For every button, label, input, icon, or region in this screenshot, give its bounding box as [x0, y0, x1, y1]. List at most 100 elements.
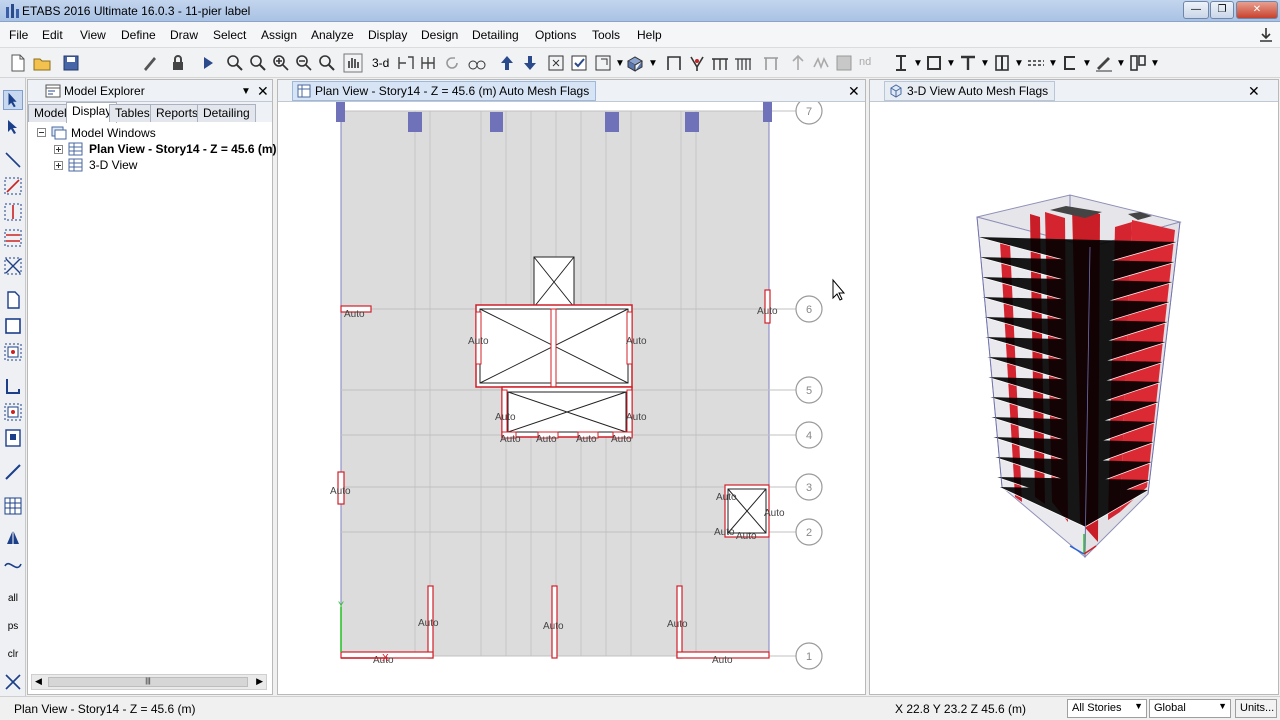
section-channel-icon[interactable]	[1060, 53, 1080, 73]
tab-detailing[interactable]: Detailing	[197, 104, 256, 122]
save-icon[interactable]	[61, 53, 81, 73]
draw-link-element-icon[interactable]	[3, 462, 23, 482]
close-explorer-icon[interactable]: ✕	[257, 84, 269, 98]
run-analysis-icon[interactable]	[198, 53, 218, 73]
draw-tendon-icon[interactable]	[3, 528, 23, 548]
move-down-icon[interactable]	[520, 53, 540, 73]
pencil-icon[interactable]	[140, 53, 160, 73]
dropdown-arrow-icon[interactable]: ▼	[913, 58, 923, 69]
minimize-button[interactable]: —	[1183, 1, 1209, 19]
restore-view-icon[interactable]	[248, 53, 268, 73]
horizontal-scrollbar[interactable]: ◀ ||| ▶	[31, 674, 267, 690]
lock-icon[interactable]	[168, 53, 188, 73]
set-display-options-icon[interactable]	[569, 53, 589, 73]
tree-item-3d-view[interactable]: 3-D View	[89, 158, 137, 172]
section-column-icon[interactable]	[992, 53, 1012, 73]
units-button[interactable]: Units...	[1235, 699, 1277, 718]
section-tee-icon[interactable]	[958, 53, 978, 73]
coord-system-select[interactable]: Global ▼	[1149, 699, 1231, 718]
plan-view-tab[interactable]: Plan View - Story14 - Z = 45.6 (m) Auto …	[292, 81, 597, 101]
menu-tools[interactable]: Tools	[592, 28, 620, 42]
dropdown-arrow-icon[interactable]: ▼	[1150, 58, 1160, 69]
menu-display[interactable]: Display	[368, 28, 407, 42]
section-designer-icon[interactable]	[1128, 53, 1148, 73]
expand-icon[interactable]	[54, 145, 63, 154]
close-plan-view-icon[interactable]: ✕	[848, 84, 860, 98]
building-model[interactable]	[976, 194, 1182, 559]
tree-item-plan-view[interactable]: Plan View - Story14 - Z = 45.6 (m)	[89, 142, 277, 156]
menu-detailing[interactable]: Detailing	[472, 28, 519, 42]
tree-root-model-windows[interactable]: Model Windows	[71, 126, 156, 140]
tab-reports[interactable]: Reports	[150, 104, 205, 122]
stories-select[interactable]: All Stories ▼	[1067, 699, 1147, 718]
section-i-icon[interactable]	[891, 53, 911, 73]
elevation-view-icon[interactable]	[419, 53, 439, 73]
draw-grid-icon[interactable]	[3, 496, 23, 516]
draw-wall-panel-icon[interactable]	[3, 376, 23, 396]
3d-view-tab[interactable]: 3-D View Auto Mesh Flags	[884, 81, 1056, 101]
pane-options-icon[interactable]: ▼	[241, 86, 251, 97]
menu-edit[interactable]: Edit	[42, 28, 63, 42]
dropdown-arrow-icon[interactable]: ▼	[1082, 58, 1092, 69]
menu-draw[interactable]: Draw	[170, 28, 198, 42]
expand-icon[interactable]	[54, 161, 63, 170]
show-undeformed-icon[interactable]	[593, 53, 613, 73]
menu-options[interactable]: Options	[535, 28, 576, 42]
dropdown-arrow-icon[interactable]: ▼	[648, 58, 658, 69]
maximize-button[interactable]: ❐	[1210, 1, 1234, 19]
menu-help[interactable]: Help	[637, 28, 662, 42]
draw-frame-icon[interactable]	[664, 53, 684, 73]
dropdown-arrow-icon[interactable]: ▼	[980, 58, 990, 69]
rotate-icon[interactable]	[442, 53, 462, 73]
pointer-icon[interactable]	[3, 90, 23, 110]
3d-model-canvas[interactable]	[870, 102, 1278, 694]
draw-opening-icon[interactable]	[3, 428, 23, 448]
draw-dimension-icon[interactable]	[1094, 53, 1114, 73]
quick-draw-walls-icon[interactable]	[3, 402, 23, 422]
draw-link-icon[interactable]	[788, 53, 808, 73]
dropdown-arrow-icon[interactable]: ▼	[946, 58, 956, 69]
objects-shrink-icon[interactable]	[546, 53, 566, 73]
draw-floor-icon[interactable]	[3, 290, 23, 310]
menu-view[interactable]: View	[80, 28, 106, 42]
draw-brace-icon[interactable]	[3, 256, 23, 276]
menu-select[interactable]: Select	[213, 28, 246, 42]
dropdown-arrow-icon[interactable]: ▼	[615, 58, 625, 69]
close-3d-view-icon[interactable]: ✕	[1248, 84, 1260, 98]
menu-file[interactable]: File	[9, 28, 28, 42]
menu-define[interactable]: Define	[121, 28, 156, 42]
plan-canvas[interactable]: 7 6 5 4 3 2 1 Auto Auto Auto Auto Auto A…	[278, 102, 865, 694]
reshape-icon[interactable]	[3, 118, 23, 138]
zoom-window-icon[interactable]	[225, 53, 245, 73]
quick-draw-floor-icon[interactable]	[3, 342, 23, 362]
zoom-out-icon[interactable]	[294, 53, 314, 73]
dropdown-arrow-icon[interactable]: ▼	[1048, 58, 1058, 69]
show-shape-icon[interactable]	[625, 53, 645, 73]
draw-area-icon[interactable]	[834, 53, 854, 73]
perspective-icon[interactable]	[467, 53, 487, 73]
draw-joint-icon[interactable]	[3, 150, 23, 170]
menu-assign[interactable]: Assign	[261, 28, 297, 42]
clear-selection-button[interactable]: clr	[3, 646, 23, 666]
draw-beam-grid-icon[interactable]	[3, 228, 23, 248]
plan-view-icon[interactable]	[396, 53, 416, 73]
draw-column-icon[interactable]	[3, 202, 23, 222]
new-model-icon[interactable]	[8, 53, 28, 73]
zoom-previous-icon[interactable]	[317, 53, 337, 73]
close-window-button[interactable]: ✕	[1236, 1, 1278, 19]
draw-rect-floor-icon[interactable]	[3, 316, 23, 336]
draw-beam-icon[interactable]	[710, 53, 730, 73]
section-box-icon[interactable]	[924, 53, 944, 73]
3d-view-button[interactable]: 3-d	[372, 56, 389, 70]
nd-label[interactable]: nd	[859, 56, 871, 68]
draw-frame-line-icon[interactable]	[3, 176, 23, 196]
dropdown-arrow-icon[interactable]: ▼	[1116, 58, 1126, 69]
draw-wall-icon[interactable]	[761, 53, 781, 73]
draw-spring-icon[interactable]	[811, 53, 831, 73]
select-all-button[interactable]: all	[3, 590, 23, 610]
move-up-icon[interactable]	[497, 53, 517, 73]
scroll-thumb[interactable]: |||	[48, 677, 248, 687]
zoom-in-icon[interactable]	[271, 53, 291, 73]
line-style-icon[interactable]	[1026, 53, 1046, 73]
menu-design[interactable]: Design	[421, 28, 458, 42]
